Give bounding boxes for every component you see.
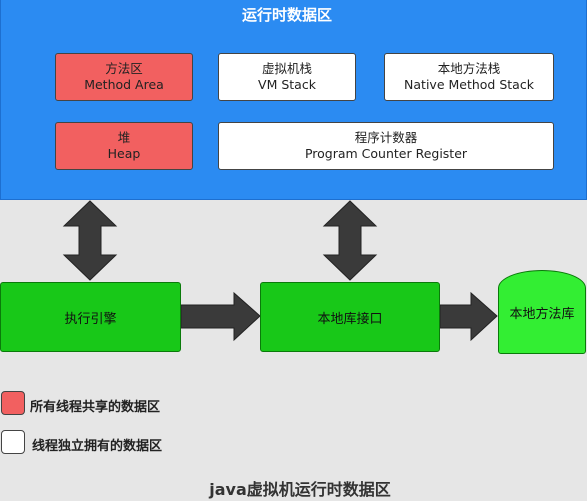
- arrow-interface-to-library: [439, 291, 498, 342]
- double-arrow-native-interface: [322, 200, 378, 281]
- legend-private-label: 线程独立拥有的数据区: [32, 439, 163, 454]
- execution-engine-box: 执行引擎: [0, 282, 181, 352]
- legend-shared-swatch: [1, 391, 25, 415]
- native-method-library-cylinder: 本地方法库: [498, 270, 586, 354]
- native-interface-label: 本地库接口: [317, 311, 383, 327]
- legend-private-swatch: [1, 430, 25, 454]
- arrow-engine-to-interface: [180, 291, 261, 342]
- footer-title: java虚拟机运行时数据区: [209, 480, 391, 499]
- native-library-label: 本地方法库: [509, 306, 575, 322]
- double-arrow-engine: [62, 200, 118, 281]
- execution-engine-label: 执行引擎: [64, 311, 117, 327]
- connector-arrows: [62, 200, 498, 342]
- legend-shared-label: 所有线程共享的数据区: [30, 400, 161, 415]
- native-interface-box: 本地库接口: [260, 282, 440, 352]
